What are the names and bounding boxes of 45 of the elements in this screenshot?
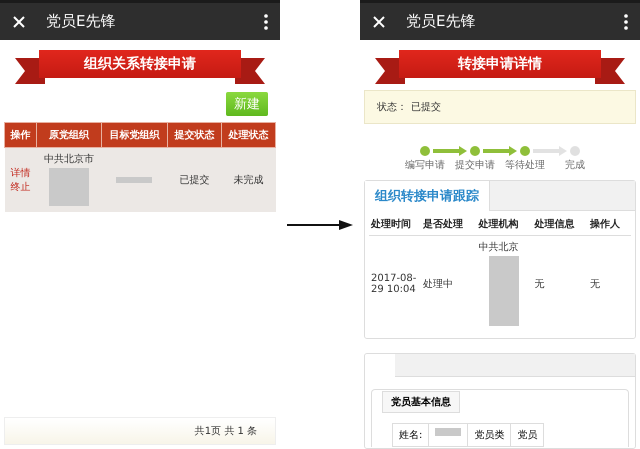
status-value: 已提交 bbox=[411, 100, 441, 114]
redacted-block bbox=[435, 428, 462, 436]
step-label: 提交申请 bbox=[455, 158, 495, 172]
redacted-block bbox=[489, 256, 520, 326]
step-label: 完成 bbox=[565, 158, 585, 172]
close-icon[interactable] bbox=[372, 14, 386, 28]
field-label: 姓名: bbox=[392, 424, 429, 446]
table-cell-text: 2017-08-29 10:04 bbox=[371, 273, 418, 295]
redacted-block bbox=[48, 168, 89, 206]
column-header: 处理时间 bbox=[369, 213, 421, 236]
field-value: 党员 bbox=[517, 430, 538, 441]
table-cell-text: 中共北京 bbox=[478, 240, 520, 254]
column-header: 操作人 bbox=[588, 213, 631, 236]
column-header: 是否处理 bbox=[421, 213, 477, 236]
column-header: 提交状态 bbox=[167, 122, 222, 148]
arrow-drawing bbox=[287, 218, 353, 230]
pagination-text: 共1页 共 1 条 bbox=[194, 424, 257, 438]
step-label: 等待处理 bbox=[505, 158, 545, 172]
table-cell-text: 中共北京市 bbox=[42, 152, 95, 166]
fieldset-legend: 党员基本信息 bbox=[382, 391, 460, 413]
table-cell-text: 处理中 bbox=[423, 278, 454, 291]
table-cell-text: 未完成 bbox=[232, 174, 264, 187]
app-title: 党员E先锋 bbox=[46, 12, 116, 31]
column-header: 处理信息 bbox=[532, 213, 588, 236]
redacted-block bbox=[116, 177, 152, 183]
field-label: 党员类 bbox=[468, 424, 511, 446]
column-header: 原党组织 bbox=[36, 122, 102, 148]
table-cell-text: 无 bbox=[590, 278, 601, 291]
banner-title: 组织关系转接申请 bbox=[39, 50, 241, 78]
table-cell-text: 已提交 bbox=[178, 174, 210, 187]
app-title: 党员E先锋 bbox=[406, 12, 476, 31]
column-header: 处理状态 bbox=[221, 122, 276, 148]
close-icon[interactable] bbox=[12, 14, 26, 28]
column-header: 目标党组织 bbox=[101, 122, 168, 148]
column-header: 操作 bbox=[4, 122, 36, 148]
action-link[interactable]: 终止 bbox=[6, 180, 34, 194]
tab[interactable]: 组织转接申请跟踪 bbox=[365, 181, 490, 211]
status-label: 状态： bbox=[377, 100, 407, 114]
more-menu-icon[interactable] bbox=[624, 14, 628, 30]
more-menu-icon[interactable] bbox=[264, 14, 268, 30]
step-label: 编写申请 bbox=[405, 158, 445, 172]
banner-title: 转接申请详情 bbox=[399, 50, 601, 78]
table-cell-text: 无 bbox=[534, 278, 546, 291]
column-header: 处理机构 bbox=[476, 213, 532, 236]
action-link[interactable]: 详情 bbox=[6, 166, 34, 180]
